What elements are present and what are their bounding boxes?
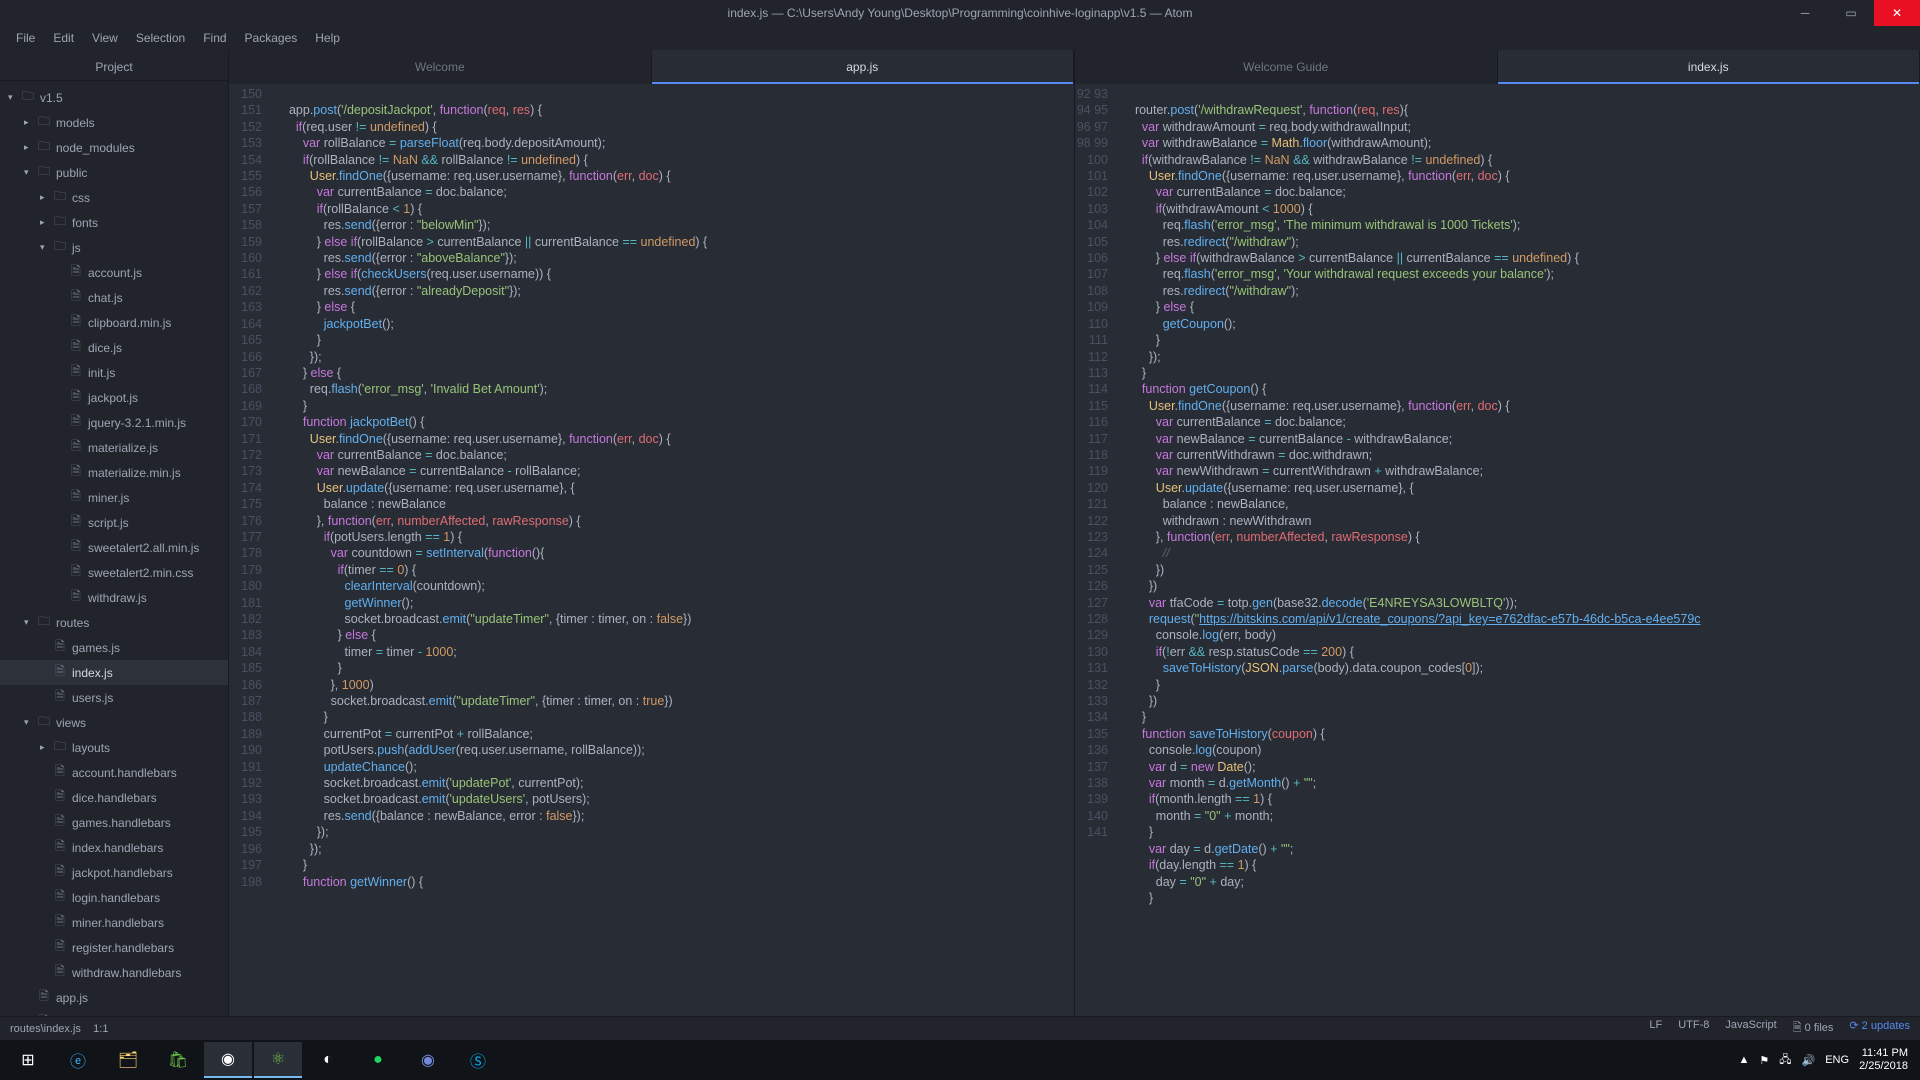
tray-volume-icon[interactable]: 🔊 <box>1802 1054 1816 1067</box>
tree-item-package-json[interactable]: 🗎package.json <box>0 1010 228 1016</box>
tree-item-dice-js[interactable]: 🗎dice.js <box>0 335 228 360</box>
tab-bar-right: Welcome Guideindex.js <box>1075 50 1920 84</box>
status-updates[interactable]: ⟳ 2 updates <box>1849 1019 1910 1038</box>
explorer-icon[interactable]: 🗂 <box>104 1042 152 1078</box>
tree-item-node-modules[interactable]: ▸🗀node_modules <box>0 135 228 160</box>
code-lines-right: router.post('/withdrawRequest', function… <box>1120 84 1920 1016</box>
menu-packages[interactable]: Packages <box>237 29 306 47</box>
menu-selection[interactable]: Selection <box>128 29 193 47</box>
file-tree: ▾🗀v1.5▸🗀models▸🗀node_modules▾🗀public▸🗀cs… <box>0 81 228 1016</box>
tree-item-sweetalert2-all-min-js[interactable]: 🗎sweetalert2.all.min.js <box>0 535 228 560</box>
sidebar: Project ▾🗀v1.5▸🗀models▸🗀node_modules▾🗀pu… <box>0 50 228 1016</box>
code-lines-left: app.post('/depositJackpot', function(req… <box>274 84 1074 1016</box>
tree-item-jackpot-js[interactable]: 🗎jackpot.js <box>0 385 228 410</box>
status-file[interactable]: routes\index.js <box>10 1023 81 1035</box>
tree-item-clipboard-min-js[interactable]: 🗎clipboard.min.js <box>0 310 228 335</box>
code-editor-left[interactable]: 150 151 152 153 154 155 156 157 158 159 … <box>229 84 1074 1016</box>
tab-app-js[interactable]: app.js <box>652 50 1075 84</box>
maximize-button[interactable]: ▭ <box>1828 0 1874 26</box>
editor-pane-left: Welcomeapp.js 150 151 152 153 154 155 15… <box>228 50 1074 1016</box>
spotify-icon[interactable]: ● <box>354 1042 402 1078</box>
chrome-icon[interactable]: ◉ <box>204 1042 252 1078</box>
gutter-left: 150 151 152 153 154 155 156 157 158 159 … <box>229 84 274 1016</box>
menu-find[interactable]: Find <box>195 29 234 47</box>
tree-item-jquery-3-2-1-min-js[interactable]: 🗎jquery-3.2.1.min.js <box>0 410 228 435</box>
tree-item-games-js[interactable]: 🗎games.js <box>0 635 228 660</box>
tree-item-index-js[interactable]: 🗎index.js <box>0 660 228 685</box>
tab-welcome-guide[interactable]: Welcome Guide <box>1075 50 1498 84</box>
tree-item-fonts[interactable]: ▸🗀fonts <box>0 210 228 235</box>
tree-item-models[interactable]: ▸🗀models <box>0 110 228 135</box>
atom-icon[interactable]: ⚛ <box>254 1042 302 1078</box>
tree-item-chat-js[interactable]: 🗎chat.js <box>0 285 228 310</box>
tree-item-miner-handlebars[interactable]: 🗎miner.handlebars <box>0 910 228 935</box>
taskbar: ⊞ ⓔ 🗂 🛍 ◉ ⚛ ◐ ● ◉ Ⓢ ▲ ⚑ 🖧 🔊 ENG 11:41 PM… <box>0 1040 1920 1080</box>
tree-item-withdraw-js[interactable]: 🗎withdraw.js <box>0 585 228 610</box>
menu-view[interactable]: View <box>84 29 126 47</box>
tree-item-css[interactable]: ▸🗀css <box>0 185 228 210</box>
window-title: index.js — C:\Users\Andy Young\Desktop\P… <box>728 6 1193 20</box>
tray-network-icon[interactable]: 🖧 <box>1779 1051 1791 1070</box>
tray-clock[interactable]: 11:41 PM 2/25/2018 <box>1859 1047 1908 1073</box>
close-button[interactable]: ✕ <box>1874 0 1920 26</box>
tree-item-miner-js[interactable]: 🗎miner.js <box>0 485 228 510</box>
store-icon[interactable]: 🛍 <box>154 1042 202 1078</box>
discord-icon[interactable]: ◉ <box>404 1042 452 1078</box>
tree-item-script-js[interactable]: 🗎script.js <box>0 510 228 535</box>
status-cursor[interactable]: 1:1 <box>93 1023 108 1035</box>
sidebar-header: Project <box>0 54 228 81</box>
status-encoding[interactable]: UTF-8 <box>1678 1019 1709 1038</box>
tree-item-index-handlebars[interactable]: 🗎index.handlebars <box>0 835 228 860</box>
tray-flag-icon[interactable]: ⚑ <box>1759 1054 1769 1067</box>
tree-item-materialize-min-js[interactable]: 🗎materialize.min.js <box>0 460 228 485</box>
menubar: FileEditViewSelectionFindPackagesHelp <box>0 26 1920 50</box>
menu-file[interactable]: File <box>8 29 43 47</box>
gutter-right: 92 93 94 95 96 97 98 99 100 101 102 103 … <box>1075 84 1120 1016</box>
tree-item-layouts[interactable]: ▸🗀layouts <box>0 735 228 760</box>
tray-language[interactable]: ENG <box>1825 1054 1849 1066</box>
tree-item-account-js[interactable]: 🗎account.js <box>0 260 228 285</box>
tree-item-init-js[interactable]: 🗎init.js <box>0 360 228 385</box>
tree-item-app-js[interactable]: 🗎app.js <box>0 985 228 1010</box>
editor-pane-right: Welcome Guideindex.js 92 93 94 95 96 97 … <box>1074 50 1920 1016</box>
titlebar: index.js — C:\Users\Andy Young\Desktop\P… <box>0 0 1920 26</box>
status-language[interactable]: JavaScript <box>1725 1019 1776 1038</box>
tree-item-dice-handlebars[interactable]: 🗎dice.handlebars <box>0 785 228 810</box>
menu-help[interactable]: Help <box>307 29 348 47</box>
tab-bar-left: Welcomeapp.js <box>229 50 1074 84</box>
start-button[interactable]: ⊞ <box>4 1042 52 1078</box>
tab-index-js[interactable]: index.js <box>1498 50 1920 84</box>
tree-item-login-handlebars[interactable]: 🗎login.handlebars <box>0 885 228 910</box>
tree-item-materialize-js[interactable]: 🗎materialize.js <box>0 435 228 460</box>
steam-icon[interactable]: ◐ <box>304 1042 352 1078</box>
tree-item-js[interactable]: ▾🗀js <box>0 235 228 260</box>
statusbar: routes\index.js 1:1 LF UTF-8 JavaScript … <box>0 1016 1920 1040</box>
status-line-ending[interactable]: LF <box>1649 1019 1662 1038</box>
skype-icon[interactable]: Ⓢ <box>454 1042 502 1078</box>
tree-item-games-handlebars[interactable]: 🗎games.handlebars <box>0 810 228 835</box>
tray-up-icon[interactable]: ▲ <box>1738 1054 1749 1066</box>
tree-item-views[interactable]: ▾🗀views <box>0 710 228 735</box>
minimize-button[interactable]: ─ <box>1782 0 1828 26</box>
menu-edit[interactable]: Edit <box>45 29 82 47</box>
status-files[interactable]: 🗎 0 files <box>1793 1019 1834 1038</box>
tree-item-users-js[interactable]: 🗎users.js <box>0 685 228 710</box>
tree-item-withdraw-handlebars[interactable]: 🗎withdraw.handlebars <box>0 960 228 985</box>
tree-item-public[interactable]: ▾🗀public <box>0 160 228 185</box>
tree-item-sweetalert2-min-css[interactable]: 🗎sweetalert2.min.css <box>0 560 228 585</box>
code-editor-right[interactable]: 92 93 94 95 96 97 98 99 100 101 102 103 … <box>1075 84 1920 1016</box>
ie-icon[interactable]: ⓔ <box>54 1042 102 1078</box>
tree-item-account-handlebars[interactable]: 🗎account.handlebars <box>0 760 228 785</box>
tree-item-register-handlebars[interactable]: 🗎register.handlebars <box>0 935 228 960</box>
tree-item-jackpot-handlebars[interactable]: 🗎jackpot.handlebars <box>0 860 228 885</box>
tree-item-v1-5[interactable]: ▾🗀v1.5 <box>0 85 228 110</box>
tree-item-routes[interactable]: ▾🗀routes <box>0 610 228 635</box>
tab-welcome[interactable]: Welcome <box>229 50 652 84</box>
